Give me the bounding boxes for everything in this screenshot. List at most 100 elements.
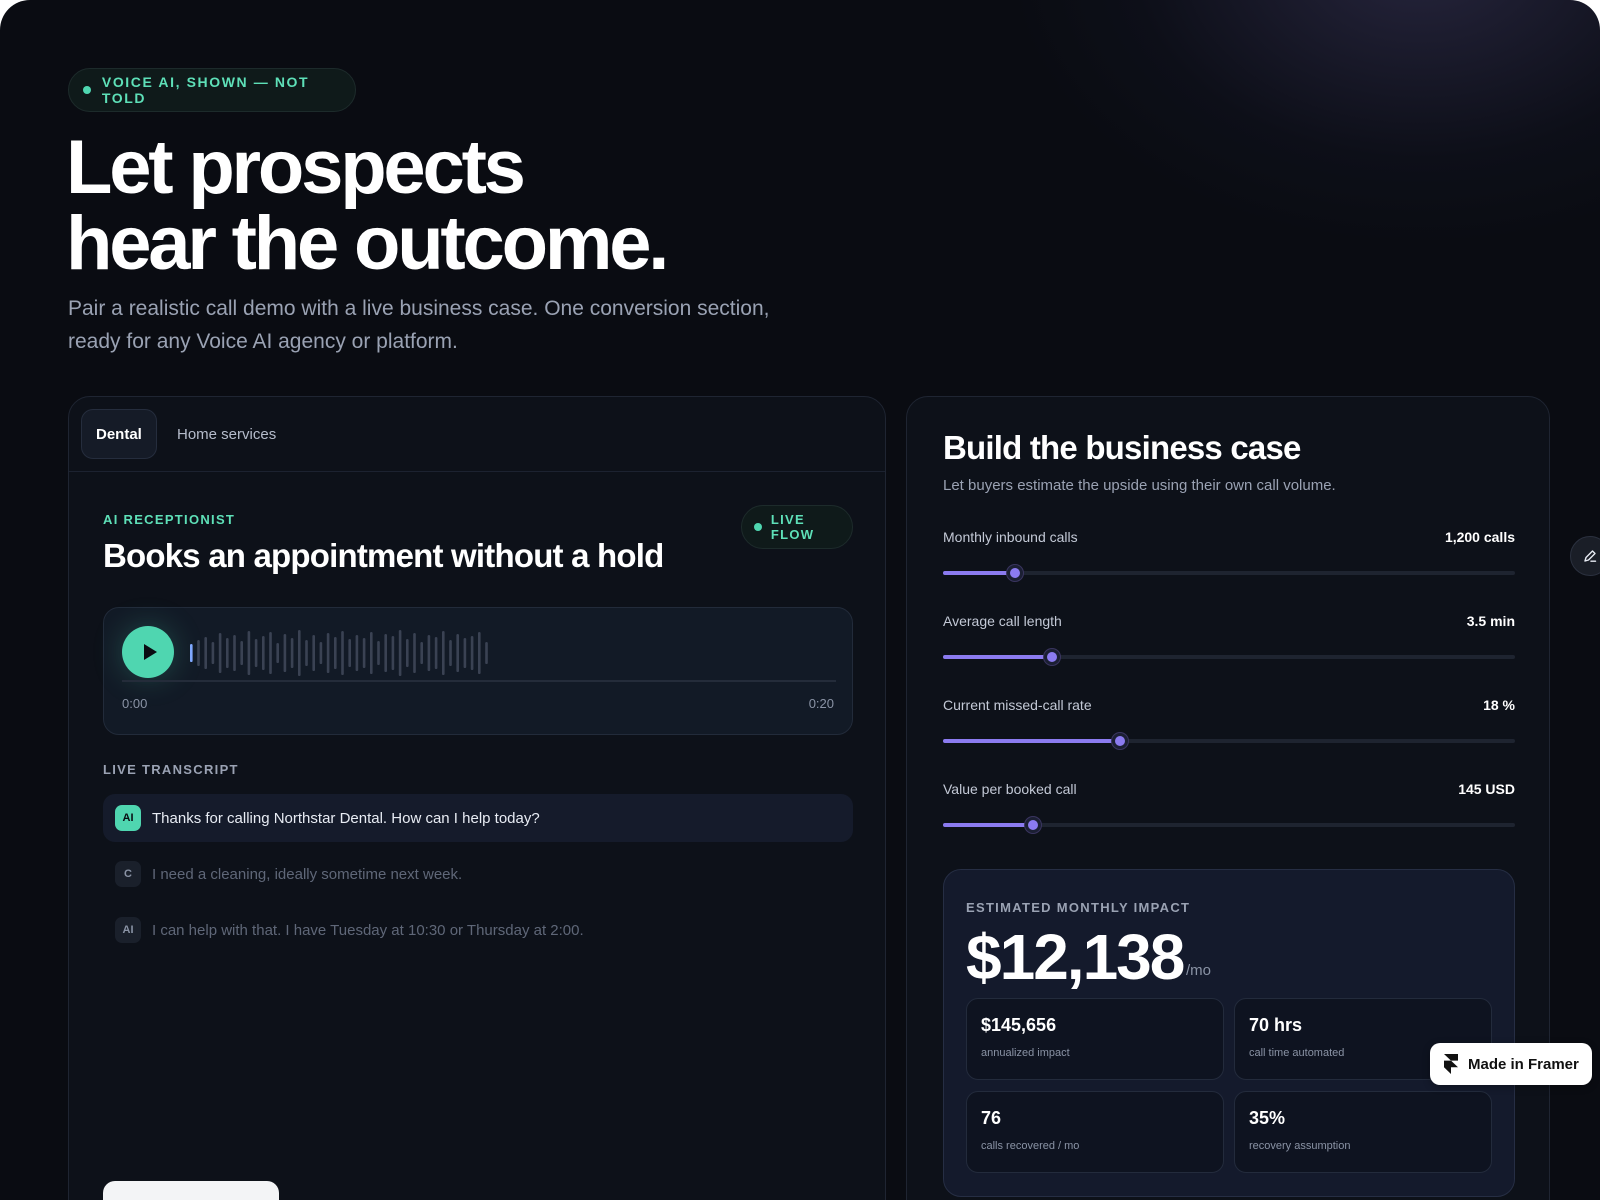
slider-missed-call-rate: Current missed-call rate 18 % xyxy=(943,697,1515,757)
speaker-badge: AI xyxy=(115,805,141,831)
transcript-text: Thanks for calling Northstar Dental. How… xyxy=(152,809,540,827)
waveform-bar xyxy=(348,639,351,667)
speaker-badge: C xyxy=(115,861,141,887)
stat-value: $145,656 xyxy=(981,1015,1057,1035)
slider-fill xyxy=(943,655,1052,659)
transcript-text: I can help with that. I have Tuesday at … xyxy=(152,921,584,939)
demo-title: Books an appointment without a hold xyxy=(103,537,664,574)
impact-label: ESTIMATED MONTHLY IMPACT xyxy=(966,900,1191,915)
impact-unit: /mo xyxy=(1186,962,1212,979)
slider-label: Value per booked call xyxy=(943,781,1077,797)
hero-subtitle: Pair a realistic call demo with a live b… xyxy=(68,292,868,358)
waveform-bar xyxy=(384,634,387,672)
hero-subtitle-line2: ready for any Voice AI agency or platfor… xyxy=(68,330,458,353)
stat-label: call time automated xyxy=(1249,1047,1345,1059)
waveform-bar xyxy=(470,636,474,670)
impact-value: $12,138 xyxy=(966,921,1185,993)
status-dot xyxy=(83,86,91,94)
slider-value: 3.5 min xyxy=(1466,613,1515,629)
waveform-bar xyxy=(305,640,308,666)
slider-rail[interactable] xyxy=(943,649,1515,665)
impact-panel: ESTIMATED MONTHLY IMPACT $12,138 /mo $14… xyxy=(943,869,1515,1197)
waveform-bar xyxy=(204,637,207,669)
waveform-bar xyxy=(449,640,452,666)
transcript-label: LIVE TRANSCRIPT xyxy=(103,762,239,777)
hero-pill-label: VOICE AI, SHOWN — NOT TOLD xyxy=(101,74,310,106)
waveform-bar xyxy=(233,635,236,671)
slider-rail[interactable] xyxy=(943,565,1515,581)
cta-button[interactable] xyxy=(103,1181,279,1200)
waveform-bar xyxy=(197,640,200,666)
progress-track[interactable] xyxy=(122,680,836,682)
waveform-bar xyxy=(478,632,481,674)
tab-home-services[interactable]: Home services xyxy=(163,409,290,459)
hero-pill: VOICE AI, SHOWN — NOT TOLD xyxy=(68,68,356,112)
framer-logo-icon xyxy=(1444,1054,1458,1074)
pencil-icon xyxy=(1584,550,1597,562)
waveform-bar xyxy=(283,634,287,672)
waveform-bar xyxy=(269,632,272,674)
waveform-bar xyxy=(276,643,279,663)
waveform-bar xyxy=(298,630,301,676)
live-flow-label: LIVE FLOW xyxy=(770,512,815,542)
stat-label: recovery assumption xyxy=(1249,1140,1351,1152)
stat-value: 70 hrs xyxy=(1249,1015,1303,1035)
page: VOICE AI, SHOWN — NOT TOLD Let prospects… xyxy=(0,0,1600,1200)
tab-dental[interactable]: Dental xyxy=(81,409,157,459)
play-icon xyxy=(143,644,157,660)
live-dot xyxy=(754,523,762,531)
audio-player: 0:00 0:20 xyxy=(103,607,853,735)
stat-label: annualized impact xyxy=(981,1047,1070,1059)
waveform[interactable] xyxy=(188,626,498,680)
live-flow-badge: LIVE FLOW xyxy=(741,505,853,549)
waveform-bar xyxy=(262,636,265,670)
transcript-line: C I need a cleaning, ideally sometime ne… xyxy=(103,850,853,898)
slider-knob[interactable] xyxy=(1112,733,1129,749)
waveform-bar xyxy=(226,638,229,668)
slider-value-per-call: Value per booked call 145 USD xyxy=(943,781,1515,841)
transcript-text: I need a cleaning, ideally sometime next… xyxy=(152,865,463,883)
transcript-line: AI I can help with that. I have Tuesday … xyxy=(103,906,853,954)
framer-badge-label: Made in Framer xyxy=(1468,1055,1579,1073)
hero-title: Let prospects hear the outcome. xyxy=(66,130,966,282)
waveform-bar xyxy=(211,642,215,664)
waveform-bar xyxy=(247,631,251,675)
play-button[interactable] xyxy=(122,626,174,678)
industry-tabs: Dental Home services xyxy=(69,397,885,472)
slider-label: Current missed-call rate xyxy=(943,697,1092,713)
slider-label: Average call length xyxy=(943,613,1062,629)
waveform-bar xyxy=(290,638,294,668)
waveform-bar xyxy=(254,639,258,667)
slider-rail[interactable] xyxy=(943,733,1515,749)
slider-value: 18 % xyxy=(1483,697,1515,713)
waveform-bar xyxy=(456,634,459,672)
waveform-bar xyxy=(334,637,337,669)
slider-fill xyxy=(943,823,1034,827)
slider-monthly-calls: Monthly inbound calls 1,200 calls xyxy=(943,529,1515,589)
waveform-bar xyxy=(406,639,409,667)
waveform-bar xyxy=(377,641,380,665)
slider-knob[interactable] xyxy=(1043,649,1060,665)
stat-label: calls recovered / mo xyxy=(981,1140,1080,1152)
slider-rail[interactable] xyxy=(943,817,1515,833)
waveform-bar xyxy=(362,638,366,668)
time-elapsed: 0:00 xyxy=(122,696,148,711)
slider-knob[interactable] xyxy=(1006,565,1023,581)
waveform-bar xyxy=(420,642,423,664)
made-in-framer-badge[interactable]: Made in Framer xyxy=(1430,1043,1592,1085)
waveform-bar xyxy=(218,633,222,673)
slider-label: Monthly inbound calls xyxy=(943,529,1078,545)
stat-value: 76 xyxy=(981,1108,1002,1128)
business-case-subtitle: Let buyers estimate the upside using the… xyxy=(943,477,1336,494)
waveform-bar xyxy=(370,632,373,674)
slider-call-length: Average call length 3.5 min xyxy=(943,613,1515,673)
speaker-badge: AI xyxy=(115,917,141,943)
edit-button[interactable] xyxy=(1570,536,1600,576)
waveform-bar xyxy=(398,630,402,676)
stat-card: $145,656 annualized impact xyxy=(966,998,1224,1080)
slider-knob[interactable] xyxy=(1025,817,1042,833)
slider-fill xyxy=(943,571,1015,575)
waveform-bar xyxy=(413,633,416,673)
waveform-bar xyxy=(326,633,330,673)
stat-card: 35% recovery assumption xyxy=(1234,1091,1492,1173)
